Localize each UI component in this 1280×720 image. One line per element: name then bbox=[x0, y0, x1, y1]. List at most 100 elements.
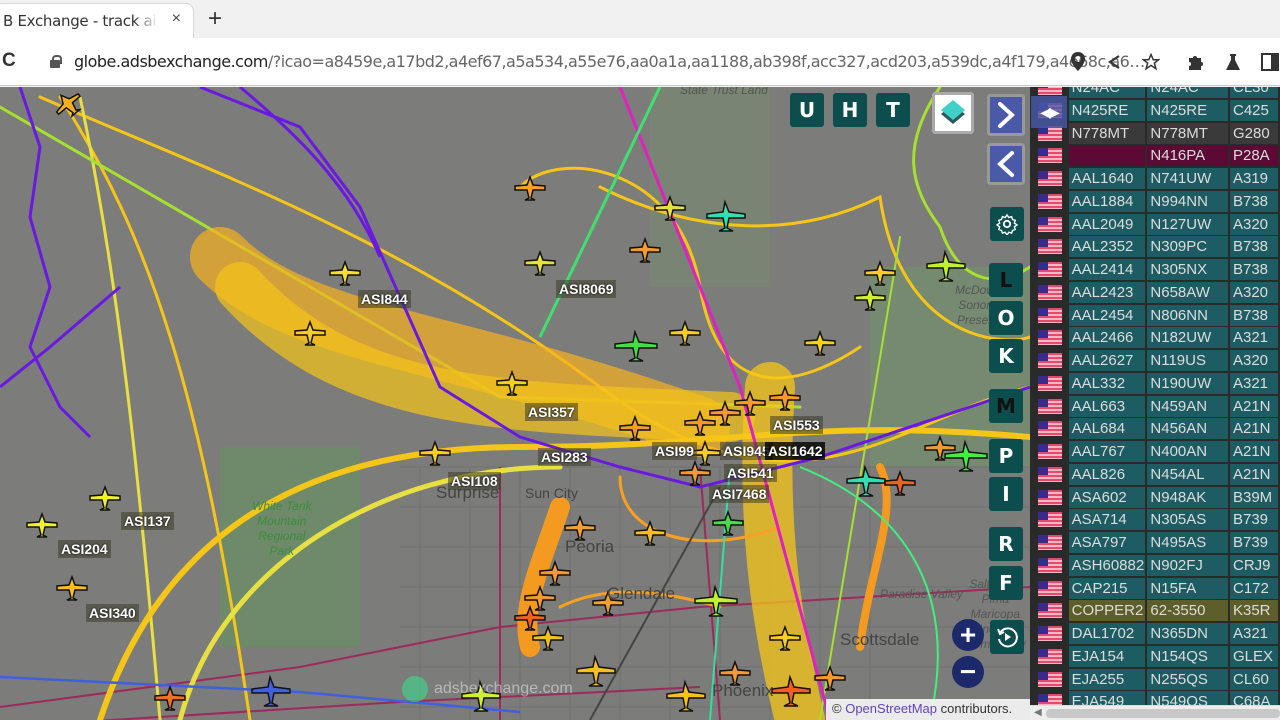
registration-cell: N741UW bbox=[1147, 168, 1228, 189]
aircraft-label[interactable]: ASI1642 bbox=[765, 442, 826, 460]
aircraft-row[interactable]: N425RE N425RE C425 bbox=[1030, 99, 1280, 121]
aircraft-row[interactable]: AAL2466 N182UW A321 bbox=[1030, 327, 1280, 349]
collapse-sidebar-button[interactable] bbox=[987, 143, 1025, 185]
aircraft-label[interactable]: ASI137 bbox=[121, 512, 174, 530]
type-cell: B39M bbox=[1229, 486, 1278, 508]
aircraft-row[interactable]: AAL1640 N741UW A319 bbox=[1030, 168, 1280, 189]
aircraft-icon[interactable] bbox=[804, 329, 836, 356]
aircraft-row[interactable]: ASA797 N495AS B739 bbox=[1030, 532, 1280, 553]
aircraft-row[interactable]: EJA154 N154QS GLEX bbox=[1030, 645, 1280, 667]
aircraft-row[interactable]: AAL767 N400AN A21N bbox=[1030, 441, 1280, 462]
button-M[interactable]: M bbox=[989, 389, 1023, 423]
aircraft-label[interactable]: ASI8069 bbox=[556, 280, 617, 298]
aircraft-row[interactable]: N24AC N24AC CL30 bbox=[1030, 87, 1280, 98]
registration-cell: N948AK bbox=[1147, 486, 1228, 508]
map-canvas[interactable]: State Trust Land White Tank Mountain Reg… bbox=[0, 87, 1030, 720]
button-F[interactable]: F bbox=[989, 566, 1023, 600]
browser-tab[interactable]: B Exchange - track aircraft × bbox=[0, 3, 194, 38]
aircraft-row[interactable]: AAL2627 N119US A320 bbox=[1030, 350, 1280, 371]
aircraft-row[interactable]: EJA255 N255QS CL60 bbox=[1030, 668, 1280, 690]
sidepanel-icon[interactable] bbox=[1261, 53, 1279, 71]
aircraft-row[interactable]: AAL2454 N806NN B738 bbox=[1030, 304, 1280, 326]
share-icon[interactable] bbox=[1106, 54, 1122, 70]
button-T[interactable]: T bbox=[876, 93, 910, 127]
button-O[interactable]: O bbox=[989, 301, 1023, 335]
expand-sidebar-button[interactable] bbox=[987, 94, 1025, 136]
aircraft-row[interactable]: AAL2049 N127UW A320 bbox=[1030, 213, 1280, 235]
aircraft-row[interactable]: DAL1702 N365DN A321 bbox=[1030, 623, 1280, 644]
star-icon[interactable] bbox=[1142, 53, 1160, 71]
aircraft-label[interactable]: ASI108 bbox=[448, 472, 501, 490]
aircraft-row[interactable]: COPPER2 62-3550 K35R bbox=[1030, 600, 1280, 622]
aircraft-icon[interactable] bbox=[514, 174, 546, 201]
layers-button[interactable] bbox=[932, 92, 974, 134]
settings-button[interactable] bbox=[990, 207, 1024, 241]
zoom-out-button[interactable]: − bbox=[952, 656, 984, 688]
lock-icon[interactable] bbox=[50, 55, 62, 68]
aircraft-row[interactable]: ASA602 N948AK B39M bbox=[1030, 486, 1280, 508]
aircraft-label[interactable]: ASI7468 bbox=[709, 485, 770, 503]
scrollbar-thumb[interactable] bbox=[1046, 709, 1280, 718]
button-U[interactable]: U bbox=[790, 93, 824, 127]
aircraft-row[interactable]: N416PA P28A bbox=[1030, 145, 1280, 167]
replay-icon bbox=[997, 627, 1018, 648]
aircraft-row[interactable]: AAL332 N190UW A321 bbox=[1030, 372, 1280, 394]
aircraft-label[interactable]: ASI357 bbox=[525, 403, 578, 421]
scroll-left-icon[interactable]: ◀ bbox=[1034, 707, 1042, 718]
aircraft-icon[interactable] bbox=[524, 249, 556, 276]
button-L[interactable]: L bbox=[989, 263, 1023, 297]
aircraft-icon[interactable] bbox=[56, 574, 88, 601]
replay-button[interactable] bbox=[990, 620, 1024, 654]
aircraft-row[interactable]: AAL2414 N305NX B738 bbox=[1030, 259, 1280, 280]
close-tab-icon[interactable]: × bbox=[172, 10, 181, 28]
aircraft-icon[interactable] bbox=[251, 674, 291, 707]
openstreetmap-link[interactable]: OpenStreetMap bbox=[845, 701, 937, 716]
aircraft-label[interactable]: ASI204 bbox=[58, 540, 111, 558]
url-text[interactable]: globe.adsbexchange.com/?icao=a8459e,a17b… bbox=[74, 52, 1145, 71]
aircraft-icon[interactable] bbox=[329, 259, 361, 286]
aircraft-row[interactable]: AAL663 N459AN A21N bbox=[1030, 395, 1280, 417]
aircraft-row[interactable]: ASH60882 N902FJ CRJ9 bbox=[1030, 554, 1280, 576]
aircraft-icon[interactable] bbox=[712, 509, 744, 536]
aircraft-row[interactable]: AAL826 N454AL A21N bbox=[1030, 463, 1280, 485]
button-H[interactable]: H bbox=[833, 93, 867, 127]
aircraft-label[interactable]: ASI844 bbox=[358, 290, 411, 308]
aircraft-icon[interactable] bbox=[89, 484, 121, 511]
aircraft-icon[interactable] bbox=[634, 519, 666, 546]
sidebar-resize-toggle[interactable]: ◀▶ bbox=[1031, 96, 1067, 128]
url-field[interactable]: globe.adsbexchange.com/?icao=a8459e,a17b… bbox=[38, 44, 1145, 80]
aircraft-label[interactable]: ASI541 bbox=[724, 464, 777, 482]
aircraft-label[interactable]: ASI283 bbox=[538, 448, 591, 466]
aircraft-icon[interactable] bbox=[614, 329, 658, 362]
aircraft-label[interactable]: ASI553 bbox=[770, 416, 823, 434]
aircraft-row[interactable]: AAL1884 N994NN B738 bbox=[1030, 190, 1280, 212]
aircraft-icon[interactable] bbox=[694, 584, 738, 617]
reload-icon[interactable]: C bbox=[2, 50, 16, 72]
aircraft-label[interactable]: ASI340 bbox=[86, 604, 139, 622]
table-horizontal-scrollbar[interactable]: ◀ bbox=[1030, 705, 1280, 720]
location-icon[interactable] bbox=[1071, 52, 1085, 71]
button-K[interactable]: K bbox=[989, 339, 1023, 373]
us-flag-icon bbox=[1038, 330, 1062, 346]
button-P[interactable]: P bbox=[989, 439, 1023, 473]
extensions-icon[interactable] bbox=[1187, 53, 1205, 71]
button-R[interactable]: R bbox=[989, 527, 1023, 561]
aircraft-row[interactable]: AAL2423 N658AW A320 bbox=[1030, 281, 1280, 303]
aircraft-row[interactable]: ASA714 N305AS B739 bbox=[1030, 509, 1280, 531]
aircraft-icon[interactable] bbox=[26, 511, 58, 538]
callsign-cell: AAL1640 bbox=[1068, 168, 1146, 189]
button-I[interactable]: I bbox=[989, 477, 1023, 511]
zoom-in-button[interactable]: + bbox=[952, 619, 984, 651]
aircraft-icon[interactable] bbox=[669, 319, 701, 346]
aircraft-icon[interactable] bbox=[419, 439, 451, 466]
aircraft-row[interactable]: AAL684 N456AN A21N bbox=[1030, 418, 1280, 440]
aircraft-row[interactable]: N778MT N778MT G280 bbox=[1030, 122, 1280, 144]
aircraft-row[interactable]: CAP215 N15FA C172 bbox=[1030, 577, 1280, 599]
aircraft-label[interactable]: ASI99 bbox=[652, 442, 697, 460]
aircraft-icon[interactable] bbox=[576, 654, 616, 687]
new-tab-button[interactable]: + bbox=[208, 5, 222, 33]
us-flag-icon bbox=[1038, 353, 1062, 368]
aircraft-row[interactable]: AAL2352 N309PC B738 bbox=[1030, 236, 1280, 258]
us-flag-icon bbox=[1038, 216, 1062, 232]
labs-icon[interactable] bbox=[1224, 53, 1242, 71]
